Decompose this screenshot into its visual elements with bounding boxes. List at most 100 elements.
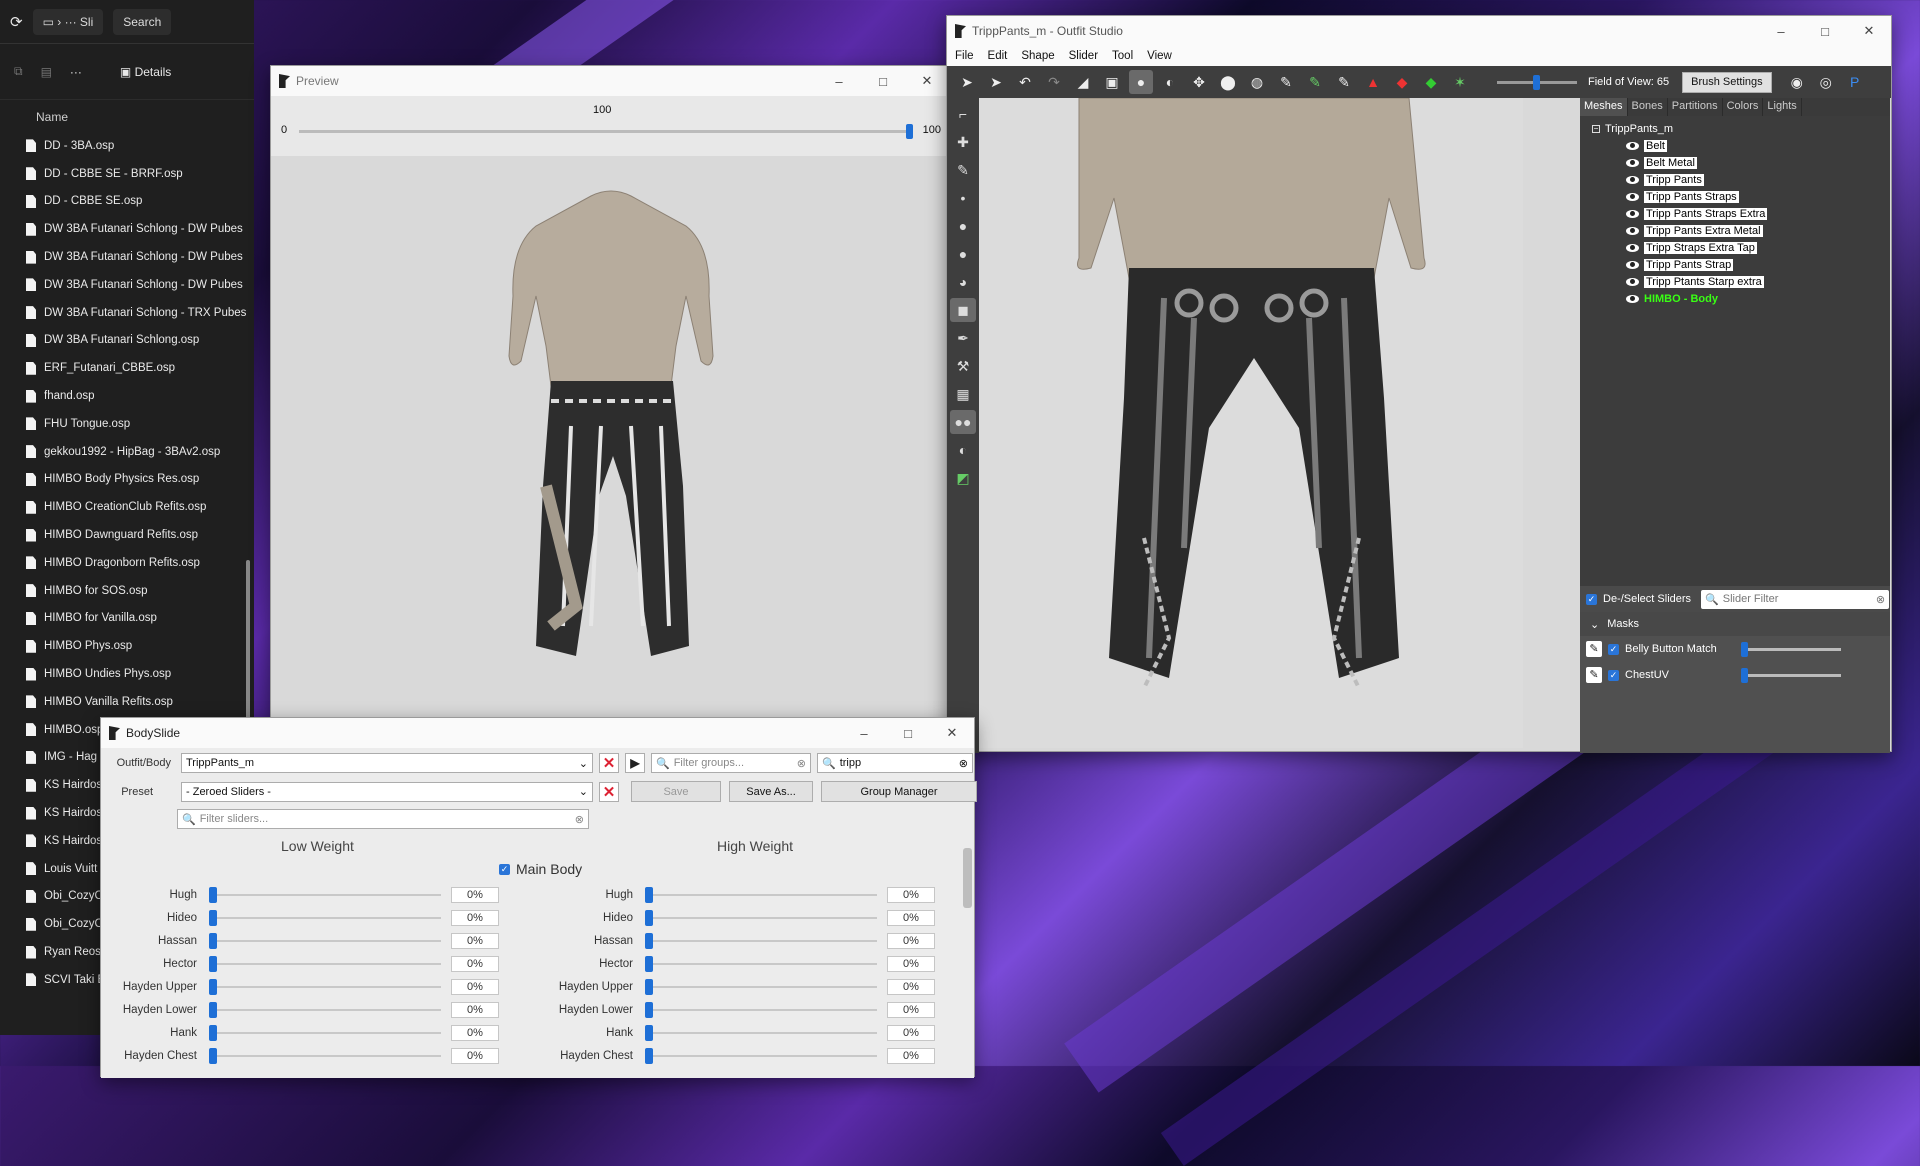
close-button[interactable]: ✕ — [905, 66, 949, 96]
mesh-item[interactable]: Tripp Straps Extra Tap — [1580, 239, 1890, 256]
slider-percent-field[interactable]: 0% — [887, 955, 935, 972]
3d-viewport[interactable] — [979, 98, 1523, 748]
clear-outfit-button[interactable]: ✕ — [599, 753, 619, 773]
clear-icon[interactable]: ⊗ — [959, 757, 968, 770]
file-row[interactable]: DD - CBBE SE.osp — [0, 188, 254, 216]
outfit-dropdown[interactable]: TrippPants_m ⌄ — [181, 753, 593, 773]
group-manager-button[interactable]: Group Manager — [821, 781, 977, 802]
tab-bones[interactable]: Bones — [1628, 98, 1668, 116]
pen-tool-icon[interactable]: ✒ — [950, 326, 976, 350]
pin-icon[interactable]: ✚ — [950, 130, 976, 154]
weight-slider[interactable] — [209, 909, 441, 926]
mesh-item[interactable]: Tripp Pants Straps Extra — [1580, 205, 1890, 222]
slider-thumb[interactable] — [645, 886, 653, 903]
grid-icon[interactable]: ▦ — [950, 382, 976, 406]
slider-percent-field[interactable]: 0% — [887, 932, 935, 949]
slider-percent-field[interactable]: 0% — [887, 1047, 935, 1064]
visibility-eye-icon[interactable] — [1626, 141, 1639, 150]
slider-percent-field[interactable]: 0% — [451, 886, 499, 903]
file-row[interactable]: DD - CBBE SE - BRRF.osp — [0, 160, 254, 188]
close-button[interactable]: ✕ — [930, 718, 974, 748]
more-options-icon[interactable]: ··· — [70, 65, 82, 79]
slider-thumb[interactable] — [209, 978, 217, 995]
details-button[interactable]: ▣ Details — [120, 65, 171, 79]
dot-small-icon[interactable]: • — [950, 186, 976, 210]
slider-thumb[interactable] — [209, 1024, 217, 1041]
slider-percent-field[interactable]: 0% — [887, 1001, 935, 1018]
tab-colors[interactable]: Colors — [1723, 98, 1764, 116]
file-row[interactable]: DW 3BA Futanari Schlong - DW Pubes — [0, 271, 254, 299]
minimize-button[interactable]: – — [842, 718, 886, 748]
weight-slider[interactable] — [209, 1024, 441, 1041]
weight-slider[interactable] — [209, 886, 441, 903]
axis-red-icon[interactable]: ◆ — [1390, 70, 1414, 94]
breadcrumb-folder[interactable]: Sli — [80, 15, 93, 29]
mirror-icon[interactable]: ●● — [950, 410, 976, 434]
panel-splitter[interactable] — [1523, 98, 1580, 748]
slider-checkbox[interactable]: ✓ — [1608, 669, 1619, 681]
slider-percent-field[interactable]: 0% — [451, 955, 499, 972]
file-row[interactable]: HIMBO Dawnguard Refits.osp — [0, 521, 254, 549]
axis-green-icon[interactable]: ◆ — [1419, 70, 1443, 94]
file-row[interactable]: HIMBO Vanilla Refits.osp — [0, 688, 254, 716]
maximize-button[interactable]: □ — [886, 718, 930, 748]
visibility-eye-icon[interactable] — [1626, 226, 1639, 235]
file-row[interactable]: HIMBO Undies Phys.osp — [0, 660, 254, 688]
weight-slider[interactable] — [645, 909, 877, 926]
smooth-brush-icon[interactable]: ⬤ — [1216, 70, 1240, 94]
slider-percent-field[interactable]: 0% — [887, 978, 935, 995]
main-body-checkbox[interactable]: ✓ — [499, 863, 510, 875]
bone-select-icon[interactable]: ⌐ — [950, 102, 976, 126]
slider-percent-field[interactable]: 0% — [451, 932, 499, 949]
menu-item-slider[interactable]: Slider — [1069, 50, 1098, 62]
slider-thumb[interactable] — [209, 886, 217, 903]
slider-thumb[interactable] — [209, 1001, 217, 1018]
file-row[interactable]: DW 3BA Futanari Schlong.osp — [0, 327, 254, 355]
visibility-eye-icon[interactable] — [1626, 294, 1639, 303]
visibility-eye-icon[interactable] — [1626, 192, 1639, 201]
file-row[interactable]: DW 3BA Futanari Schlong - DW Pubes — [0, 243, 254, 271]
mesh-item[interactable]: Tripp Ptants Starp extra — [1580, 273, 1890, 290]
vertical-scrollbar[interactable] — [963, 848, 972, 908]
tab-lights[interactable]: Lights — [1763, 98, 1802, 116]
slider-thumb[interactable] — [1741, 641, 1748, 657]
file-row[interactable]: DD - 3BA.osp — [0, 132, 254, 160]
visibility-eye-icon[interactable] — [1626, 158, 1639, 167]
brush-settings-button[interactable]: Brush Settings — [1682, 71, 1772, 93]
fov-slider-thumb[interactable] — [1533, 74, 1540, 90]
weight-slider[interactable] — [209, 955, 441, 972]
maximize-button[interactable]: □ — [1803, 16, 1847, 46]
bone-tool-icon[interactable]: ✶ — [1448, 70, 1472, 94]
clear-preset-button[interactable]: ✕ — [599, 781, 619, 802]
visibility-eye-icon[interactable] — [1626, 243, 1639, 252]
select-tool-icon[interactable]: ➤ — [955, 70, 979, 94]
filter-groups-input[interactable]: 🔍 Filter groups... ⊗ — [651, 753, 811, 773]
visibility-eye-icon[interactable] — [1626, 260, 1639, 269]
file-row[interactable]: HIMBO Body Physics Res.osp — [0, 466, 254, 494]
weight-slider[interactable] — [645, 932, 877, 949]
slider-thumb[interactable] — [1741, 667, 1748, 683]
slider-thumb[interactable] — [645, 978, 653, 995]
edit-slider-icon[interactable]: ✎ — [1586, 667, 1602, 683]
clear-icon[interactable]: ⊗ — [797, 757, 806, 770]
maximize-button[interactable]: □ — [861, 66, 905, 96]
clipboard-icon[interactable]: ▤ — [41, 65, 52, 79]
alpha-brush-icon[interactable]: ✎ — [1332, 70, 1356, 94]
mask-slider[interactable] — [1741, 667, 1841, 683]
slider-thumb[interactable] — [645, 1024, 653, 1041]
slider-thumb[interactable] — [645, 1001, 653, 1018]
file-row[interactable]: DW 3BA Futanari Schlong - DW Pubes — [0, 215, 254, 243]
visibility-eye-icon[interactable] — [1626, 175, 1639, 184]
menu-item-shape[interactable]: Shape — [1021, 50, 1054, 62]
file-row[interactable]: gekkou1992 - HipBag - 3BAv2.osp — [0, 438, 254, 466]
mesh-item[interactable]: Belt Metal — [1580, 154, 1890, 171]
filter-sliders-input[interactable]: 🔍 Filter sliders... ⊗ — [177, 809, 589, 829]
mesh-item[interactable]: Tripp Pants Straps — [1580, 188, 1890, 205]
name-column-header[interactable]: Name — [0, 100, 254, 130]
tab-partitions[interactable]: Partitions — [1668, 98, 1723, 116]
slider-thumb[interactable] — [645, 955, 653, 972]
outfit-studio-button[interactable]: ▶ — [625, 753, 645, 773]
weight-slider[interactable] — [645, 978, 877, 995]
pencil-icon[interactable]: ✎ — [950, 158, 976, 182]
minimize-button[interactable]: – — [1759, 16, 1803, 46]
